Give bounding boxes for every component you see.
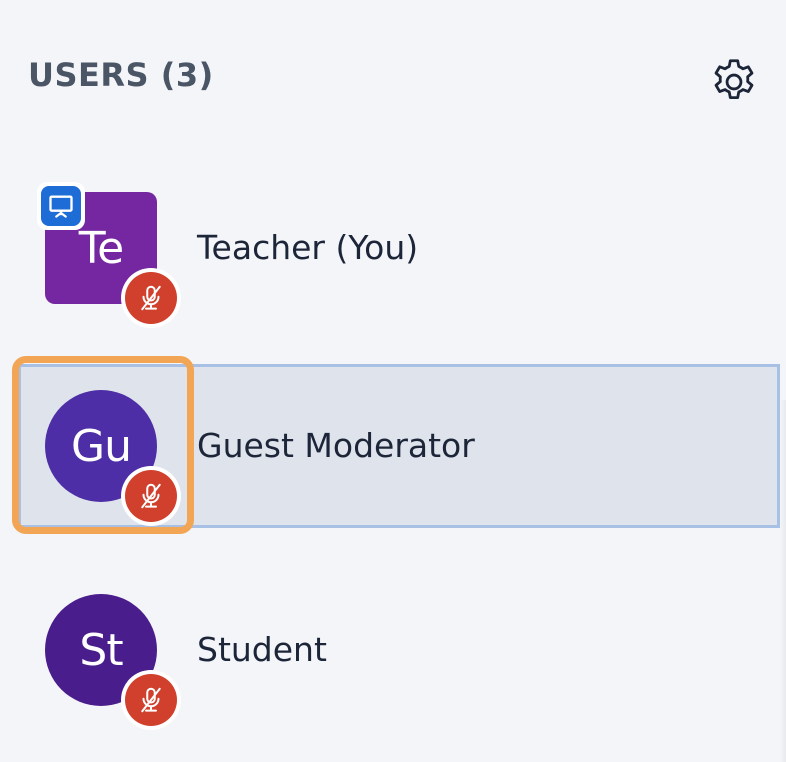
presenter-icon	[37, 182, 85, 230]
user-list-panel: USERS (3) Te Teacher (You) Gu Guest Mode…	[0, 0, 786, 762]
gear-icon[interactable]	[708, 56, 760, 108]
user-name: Student	[197, 630, 327, 669]
users-header-title: USERS (3)	[28, 56, 214, 94]
user-name: Guest Moderator	[197, 426, 475, 465]
microphone-muted-icon	[121, 268, 181, 328]
microphone-muted-icon	[121, 466, 181, 526]
avatar-initials: St	[79, 624, 123, 676]
user-list-item-guest-moderator[interactable]: Gu Guest Moderator	[0, 356, 786, 534]
microphone-muted-icon	[121, 670, 181, 730]
avatar-initials: Te	[78, 222, 124, 274]
user-list-item-student[interactable]: St Student	[0, 566, 786, 734]
avatar-initials: Gu	[71, 420, 132, 472]
user-list-item-teacher[interactable]: Te Teacher (You)	[0, 164, 786, 332]
user-name: Teacher (You)	[197, 228, 419, 267]
